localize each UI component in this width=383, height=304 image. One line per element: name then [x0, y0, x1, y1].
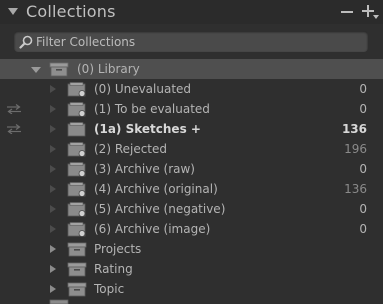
collection-label: (1) To be evaluated [94, 102, 210, 116]
collection-item[interactable]: (3) Archive (raw) 0 [0, 159, 383, 179]
collection-item[interactable]: (1) To be evaluated 0 [0, 99, 383, 119]
collection-count: 0 [359, 202, 367, 216]
collections-panel: Collections (0) Library ( [0, 0, 383, 304]
collection-label: (2) Rejected [94, 142, 168, 156]
smart-collection-icon [67, 142, 86, 157]
collection-item[interactable]: (2) Rejected 196 [0, 139, 383, 159]
collection-count: 0 [359, 162, 367, 176]
smart-collection-icon [67, 162, 86, 177]
smart-collection-icon [67, 222, 86, 237]
smart-collection-icon [67, 182, 86, 197]
collection-triangle-icon [50, 205, 56, 213]
collection-count: 0 [359, 222, 367, 236]
dropdown-arrow-icon [373, 15, 379, 19]
collection-set-label: Topic [94, 282, 125, 296]
collection-triangle-icon [50, 145, 56, 153]
collection-item[interactable]: (0) Unevaluated 0 [0, 79, 383, 99]
collection-set-rating[interactable]: Rating [0, 259, 383, 279]
collection-set-topic[interactable]: Topic [0, 279, 383, 299]
collection-count: 136 [341, 122, 367, 136]
collection-set-icon [67, 282, 87, 297]
collection-label: (0) Unevaluated [94, 82, 192, 96]
smart-collection-icon [67, 102, 86, 117]
collection-set-label: Projects [94, 242, 142, 256]
collapse-triangle-icon[interactable] [8, 8, 18, 15]
sync-arrows-icon[interactable] [6, 104, 22, 114]
smart-collection-icon [67, 202, 86, 217]
filter-collections-input[interactable] [36, 31, 356, 52]
smart-collection-icon [67, 82, 86, 97]
collection-count: 196 [344, 142, 367, 156]
collection-set-label: Rating [94, 262, 133, 276]
collection-set-icon [67, 262, 87, 277]
collection-count: 0 [359, 102, 367, 116]
collection-label: (5) Archive (negative) [94, 202, 226, 216]
panel-header[interactable]: Collections [0, 0, 383, 24]
collection-item[interactable]: (6) Archive (image) 0 [0, 219, 383, 239]
sync-arrows-icon[interactable] [6, 124, 22, 134]
collection-set-label: (0) Library [77, 62, 140, 76]
expand-triangle-icon[interactable] [50, 285, 56, 293]
collection-count: 136 [344, 182, 367, 196]
collection-item-target[interactable]: (1a) Sketches + 136 [0, 119, 383, 139]
remove-collection-button[interactable] [340, 4, 354, 18]
collection-set-icon [67, 242, 87, 257]
collection-triangle-icon [50, 225, 56, 233]
collection-set-icon [49, 62, 69, 77]
expand-triangle-icon[interactable] [31, 67, 41, 73]
collection-set-icon [49, 299, 69, 304]
filter-collections-field[interactable] [14, 31, 368, 52]
collection-triangle-icon [50, 105, 56, 113]
collection-label: (6) Archive (image) [94, 222, 211, 236]
collection-set-projects[interactable]: Projects [0, 239, 383, 259]
collection-count: 0 [359, 82, 367, 96]
search-icon [19, 35, 33, 49]
collection-triangle-icon [50, 85, 56, 93]
expand-triangle-icon[interactable] [50, 265, 56, 273]
collection-set-library[interactable]: (0) Library [0, 59, 383, 79]
collection-triangle-icon [50, 185, 56, 193]
collection-label: (3) Archive (raw) [94, 162, 195, 176]
collection-item[interactable]: (4) Archive (original) 136 [0, 179, 383, 199]
collection-label: (4) Archive (original) [94, 182, 218, 196]
collection-icon [67, 122, 86, 137]
add-collection-button[interactable] [360, 2, 379, 20]
collection-triangle-icon [50, 165, 56, 173]
collection-label: (1a) Sketches + [94, 122, 201, 136]
expand-triangle-icon[interactable] [50, 245, 56, 253]
collection-triangle-icon [50, 125, 56, 133]
panel-title: Collections [26, 2, 116, 21]
collection-item[interactable]: (5) Archive (negative) 0 [0, 199, 383, 219]
